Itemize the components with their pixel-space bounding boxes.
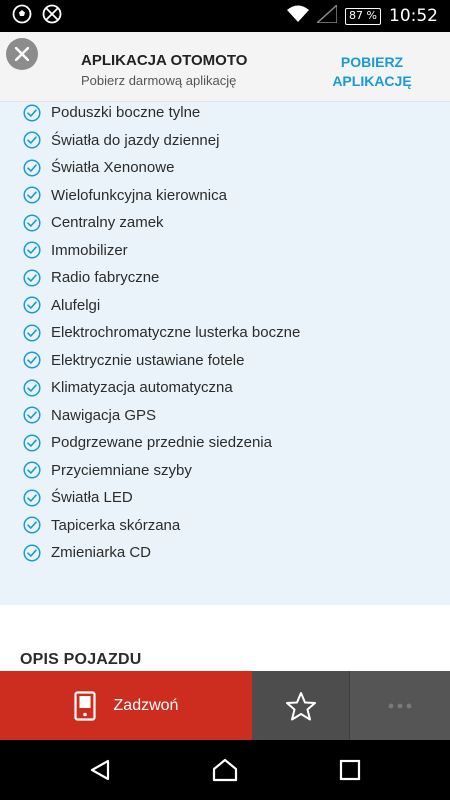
feature-item: Podgrzewane przednie siedzenia <box>0 429 450 456</box>
feature-label: Nawigacja GPS <box>51 406 157 424</box>
more-dots-icon <box>388 703 412 708</box>
feature-item: Klimatyzacja automatyczna <box>0 374 450 401</box>
feature-label: Światła Xenonowe <box>51 159 175 176</box>
feature-item: Wielofunkcyjna kierownica <box>0 182 450 209</box>
feature-label: Poduszki boczne tylne <box>51 104 201 121</box>
more-button[interactable] <box>350 671 450 740</box>
navigation-bar <box>0 740 450 800</box>
feature-label: Elektrycznie ustawiane fotele <box>51 351 245 369</box>
status-clock: 10:52 <box>389 6 438 26</box>
check-icon <box>23 131 41 149</box>
feature-label: Wielofunkcyjna kierownica <box>51 186 227 204</box>
feature-item: Nawigacja GPS <box>0 402 450 429</box>
feature-item: Centralny zamek <box>0 209 450 236</box>
battery-icon: 87 % <box>345 7 381 25</box>
feature-item: Światła do jazdy dziennej <box>0 127 450 154</box>
feature-item: Światła LED <box>0 484 450 511</box>
feature-label: Podgrzewane przednie siedzenia <box>51 434 272 451</box>
check-icon <box>23 186 41 204</box>
feature-label: Światła do jazdy dziennej <box>51 131 220 149</box>
features-list: Poduszki boczne tylne Światła do jazdy dz… <box>0 102 450 605</box>
star-icon <box>285 691 316 720</box>
feature-item: Poduszki boczne tylne <box>0 102 450 126</box>
feature-item: Zmieniarka CD <box>0 539 450 566</box>
check-icon <box>23 103 41 122</box>
check-icon <box>23 433 41 452</box>
soccer-ball-icon <box>12 4 32 29</box>
feature-item: Immobilizer <box>0 237 450 264</box>
feature-item: Radio fabryczne <box>0 264 450 291</box>
status-bar: 87 % 10:52 <box>0 0 450 32</box>
back-button[interactable] <box>84 754 116 786</box>
check-icon <box>23 351 41 369</box>
call-button[interactable]: Zadzwoń <box>0 671 252 740</box>
check-icon <box>23 543 41 562</box>
feature-label: Elektrochromatyczne lusterka boczne <box>51 324 301 341</box>
recent-apps-icon <box>339 759 361 781</box>
check-icon <box>23 158 41 177</box>
crossed-ball-icon <box>42 4 62 29</box>
action-bar: Zadzwoń <box>0 671 450 740</box>
home-icon <box>212 758 238 782</box>
download-app-button[interactable]: POBIERZ APLIKACJĘ <box>322 53 422 91</box>
check-icon <box>23 406 41 424</box>
check-icon <box>23 378 41 397</box>
banner-close-button[interactable] <box>6 38 38 70</box>
call-button-label: Zadzwoń <box>113 696 179 714</box>
feature-item: Elektrycznie ustawiane fotele <box>0 347 450 374</box>
feature-label: Klimatyzacja automatyczna <box>51 379 233 396</box>
app-install-banner: APLIKACJA OTOMOTO Pobierz darmową aplika… <box>0 32 450 102</box>
feature-label: Radio fabryczne <box>51 269 160 286</box>
wifi-icon <box>287 5 310 28</box>
check-icon <box>23 488 41 507</box>
feature-label: Zmieniarka CD <box>51 544 152 561</box>
phone-icon <box>73 690 96 721</box>
feature-item: Elektrochromatyczne lusterka boczne <box>0 319 450 346</box>
feature-label: Immobilizer <box>51 241 128 259</box>
banner-subtitle: Pobierz darmową aplikację <box>81 73 237 88</box>
check-icon <box>23 213 41 232</box>
check-icon <box>23 268 41 287</box>
feature-item: Światła Xenonowe <box>0 154 450 181</box>
home-button[interactable] <box>209 754 241 786</box>
feature-item: Przyciemniane szyby <box>0 457 450 484</box>
feature-label: Przyciemniane szyby <box>51 461 192 479</box>
feature-label: Alufelgi <box>51 296 101 314</box>
check-icon <box>23 296 41 314</box>
back-icon <box>90 759 110 781</box>
check-icon <box>23 323 41 342</box>
favorite-button[interactable] <box>252 671 350 740</box>
close-icon <box>15 47 29 61</box>
section-title-vehicle-description: OPIS POJAZDU <box>20 651 142 668</box>
feature-item: Alufelgi <box>0 292 450 319</box>
feature-label: Tapicerka skórzana <box>51 516 181 534</box>
feature-label: Centralny zamek <box>51 214 164 231</box>
check-icon <box>23 241 41 259</box>
signal-icon <box>315 2 338 28</box>
feature-item: Tapicerka skórzana <box>0 512 450 539</box>
check-icon <box>23 516 41 534</box>
recent-apps-button[interactable] <box>334 754 366 786</box>
feature-label: Światła LED <box>51 489 133 506</box>
check-icon <box>23 461 41 479</box>
banner-title: APLIKACJA OTOMOTO <box>81 52 248 69</box>
